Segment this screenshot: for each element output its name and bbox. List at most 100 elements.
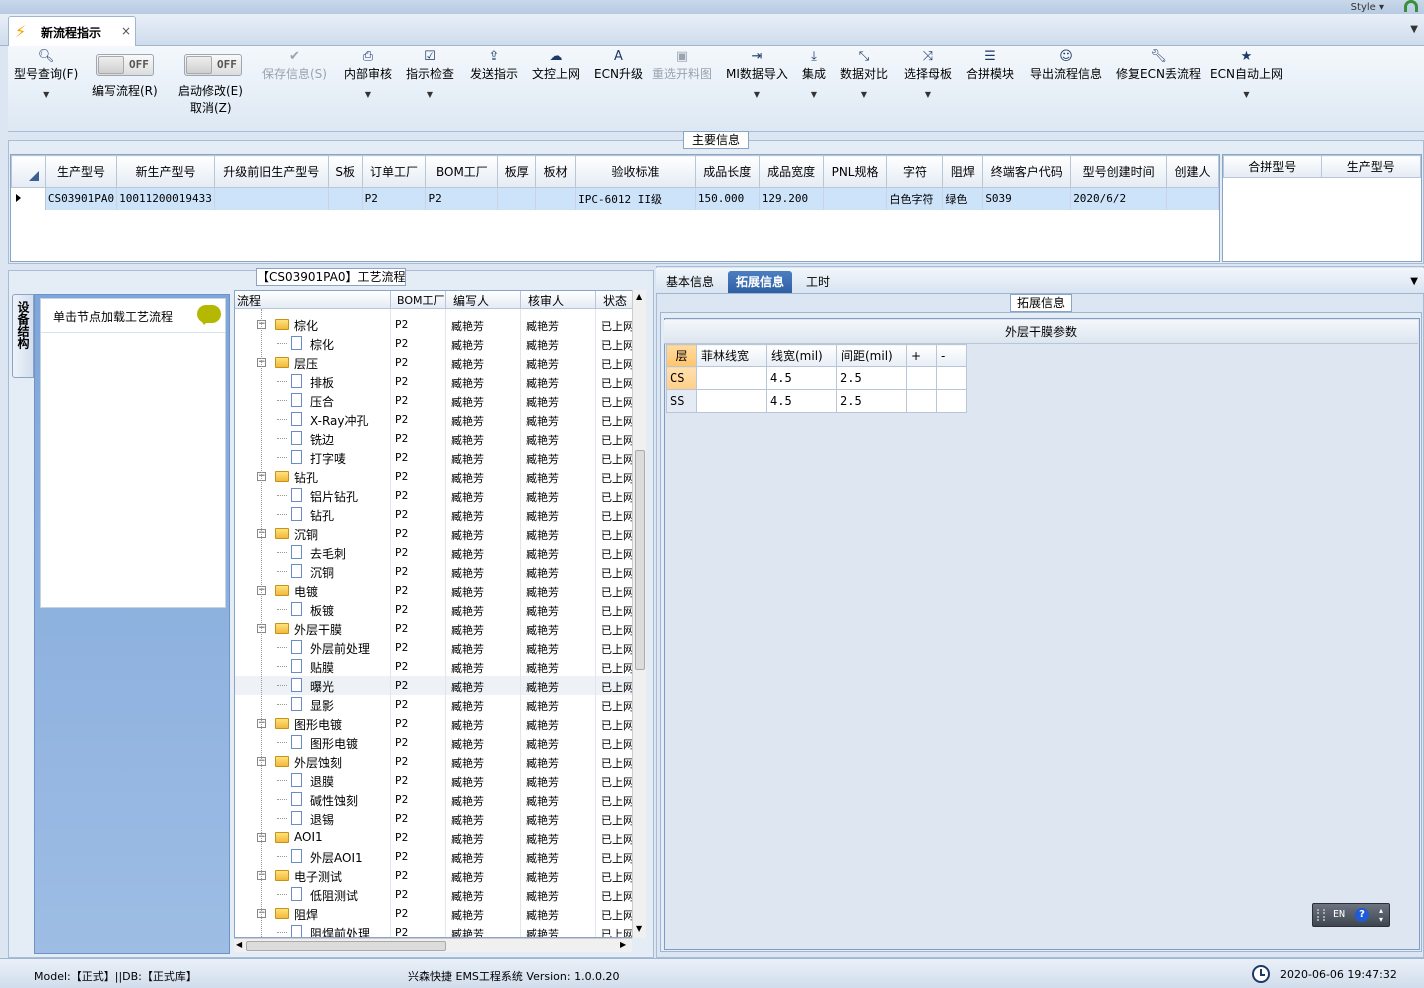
tab-extended-info[interactable]: 拓展信息 [728,271,793,293]
internal-review-button[interactable]: ⎙ 内部审核 ▼ [344,48,392,99]
table-cell[interactable]: 绿色 [942,187,984,210]
tree-leaf-node[interactable]: 碱性蚀刻 P2 臧艳芳 臧艳芳 已上网 [235,790,635,809]
tree-leaf-node[interactable]: 曝光 P2 臧艳芳 臧艳芳 已上网 [235,676,635,695]
tree-leaf-node[interactable]: 沉铜 P2 臧艳芳 臧艳芳 已上网 [235,562,635,581]
table-cell[interactable] [906,389,937,413]
tree-leaf-node[interactable]: 低阻测试 P2 臧艳芳 臧艳芳 已上网 [235,885,635,904]
tree-leaf-node[interactable]: 铣边 P2 臧艳芳 臧艳芳 已上网 [235,429,635,448]
integrate-button[interactable]: ⤓ 集成 ▼ [802,48,826,99]
tree-group-node[interactable]: − 钻孔 P2 臧艳芳 臧艳芳 已上网 [235,467,635,486]
scroll-right-icon[interactable]: ▶ [620,940,626,949]
tree-leaf-node[interactable]: 钻孔 P2 臧艳芳 臧艳芳 已上网 [235,505,635,524]
reselect-drawing-button[interactable]: ▣ 重选开料图 [652,48,712,82]
col-header[interactable]: 新生产型号 [116,155,215,188]
table-row[interactable]: CS 4.5 2.5 [666,366,967,390]
tree-leaf-node[interactable]: 图形电镀 P2 臧艳芳 臧艳芳 已上网 [235,733,635,752]
export-flow-button[interactable]: ☺ 导出流程信息 [1030,48,1102,82]
col-header[interactable]: 订单工厂 [361,155,427,188]
tree-group-node[interactable]: − AOI1 P2 臧艳芳 臧艳芳 已上网 [235,828,635,847]
instruction-check-button[interactable]: ☑ 指示检查 ▼ [406,48,454,99]
table-cell[interactable]: 10011200019433 [116,187,215,210]
table-cell[interactable]: 4.5 [766,366,837,390]
fix-ecn-button[interactable]: 🔧︎ 修复ECN丢流程 [1116,48,1201,82]
col-header[interactable]: 字符 [886,155,944,188]
scroll-down-icon[interactable]: ▼ [636,924,642,933]
close-icon[interactable]: × [121,24,131,38]
tree-group-node[interactable]: − 沉铜 P2 臧艳芳 臧艳芳 已上网 [235,524,635,543]
col-header[interactable]: + [906,344,937,367]
model-query-button[interactable]: 🔍︎ 型号查询(F) ▼ [14,48,78,99]
col-header-status[interactable]: 状态 [603,292,627,309]
layer-cell[interactable]: SS [666,389,697,413]
table-cell[interactable]: 150.000 [695,187,760,210]
table-cell[interactable] [535,187,577,210]
col-header[interactable]: - [936,344,967,367]
col-header[interactable]: 生产型号 [44,155,118,188]
tree-leaf-node[interactable]: 退膜 P2 臧艳芳 臧艳芳 已上网 [235,771,635,790]
table-cell[interactable] [696,366,767,390]
col-header[interactable]: 成品宽度 [758,155,824,188]
col-header[interactable]: 层 [666,344,697,367]
col-header-flow[interactable]: 流程 [237,292,261,309]
tree-leaf-node[interactable]: 外层AOI1 P2 臧艳芳 臧艳芳 已上网 [235,847,635,866]
col-header[interactable]: 升级前旧生产型号 [213,155,329,188]
col-header[interactable]: 终端客户代码 [982,155,1072,188]
table-cell[interactable] [497,187,537,210]
col-header-bom-factory[interactable]: BOM工厂 [397,292,445,308]
table-cell[interactable]: 4.5 [766,389,837,413]
restore-icon[interactable]: ▴ ▾ [1379,906,1383,924]
tree-leaf-node[interactable]: 打字唛 P2 臧艳芳 臧艳芳 已上网 [235,448,635,467]
col-header[interactable]: BOM工厂 [425,155,499,188]
tree-leaf-node[interactable]: 贴膜 P2 臧艳芳 臧艳芳 已上网 [235,657,635,676]
tab-equipment-structure[interactable]: 设备结构 [12,294,34,378]
tree-leaf-node[interactable]: 退锡 P2 臧艳芳 臧艳芳 已上网 [235,809,635,828]
col-header[interactable]: 型号创建时间 [1070,155,1167,188]
col-header[interactable]: 菲林线宽 [696,344,767,367]
help-icon[interactable]: ? [1355,908,1369,922]
tab-basic-info[interactable]: 基本信息 [658,271,722,293]
tree-group-node[interactable]: − 图形电镀 P2 臧艳芳 臧艳芳 已上网 [235,714,635,733]
tree-group-node[interactable]: − 棕化 P2 臧艳芳 臧艳芳 已上网 [235,315,635,334]
tree-leaf-node[interactable]: 排板 P2 臧艳芳 臧艳芳 已上网 [235,372,635,391]
col-header[interactable]: 创建人 [1166,155,1219,188]
table-cell[interactable]: 白色字符 [886,187,944,210]
tree-horizontal-scrollbar[interactable]: ◀ ▶ [234,938,632,952]
tree-leaf-node[interactable]: X-Ray冲孔 P2 臧艳芳 臧艳芳 已上网 [235,410,635,429]
tree-group-node[interactable]: − 外层干膜 P2 臧艳芳 臧艳芳 已上网 [235,619,635,638]
table-cell[interactable] [936,366,967,390]
write-flow-toggle[interactable]: OFF [96,54,154,76]
col-header[interactable]: 线宽(mil) [766,344,837,367]
tab-work-hours[interactable]: 工时 [798,271,838,293]
load-flow-card[interactable]: 单击节点加载工艺流程 [40,298,226,608]
table-row[interactable]: CS03901PA0 10011200019433 P2 P2 IPC-6012 II级… [11,187,1219,210]
tree-leaf-node[interactable]: 阻焊前处理 P2 臧艳芳 臧艳芳 已上网 [235,923,635,937]
table-row[interactable]: SS 4.5 2.5 [666,389,967,413]
data-compare-button[interactable]: ⤡ 数据对比 ▼ [840,48,888,99]
tree-group-node[interactable]: − 阻焊 P2 臧艳芳 臧艳芳 已上网 [235,904,635,923]
row-header-corner[interactable] [11,155,46,188]
scroll-left-icon[interactable]: ◀ [236,940,242,949]
tab-new-flow-instruction[interactable]: ⚡ 新流程指示 × [8,16,136,46]
col-header[interactable]: PNL规格 [822,155,888,188]
col-header[interactable]: 验收标准 [575,155,696,188]
tree-group-node[interactable]: − 外层蚀刻 P2 臧艳芳 臧艳芳 已上网 [235,752,635,771]
col-header[interactable]: 生产型号 [1320,155,1421,178]
table-cell[interactable]: IPC-6012 II级 [575,187,696,210]
col-header[interactable]: 成品长度 [694,155,760,188]
chevron-down-icon[interactable]: ▼ [1410,24,1418,35]
table-cell[interactable]: P2 [425,187,499,210]
table-cell[interactable]: 2.5 [836,366,907,390]
table-cell[interactable]: 2.5 [836,389,907,413]
chevron-down-icon[interactable]: ▼ [1410,276,1418,287]
col-header[interactable]: S板 [327,155,363,188]
table-cell[interactable] [936,389,967,413]
language-bar[interactable]: EN ? ▴ ▾ [1312,903,1390,927]
combine-module-button[interactable]: ☰ 合拼模块 [966,48,1014,82]
table-cell[interactable] [823,187,888,210]
table-cell[interactable] [214,187,329,210]
cancel-button[interactable]: 取消(Z) [190,99,232,116]
col-header-writer[interactable]: 编写人 [453,292,489,309]
table-cell[interactable]: 129.200 [759,187,824,210]
col-header[interactable]: 合拼型号 [1223,155,1322,178]
col-header[interactable]: 板厚 [497,155,537,188]
